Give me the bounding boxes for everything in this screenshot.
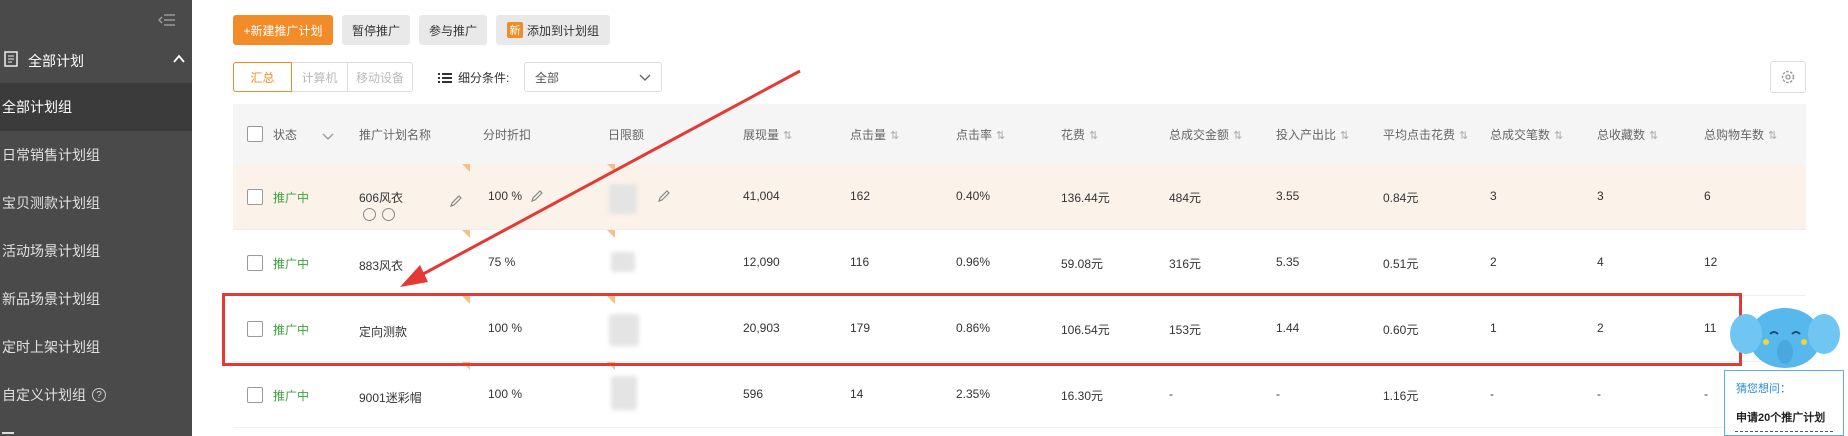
suggestion-question: 猜您想问： (1736, 383, 1791, 395)
divider (1735, 431, 1833, 432)
suggestion-panel: 猜您想问： 申请20个推广计划 (1724, 370, 1844, 436)
suggestion-link[interactable]: 申请20个推广计划 (1736, 409, 1825, 425)
mascot-elephant-icon[interactable] (1730, 300, 1840, 370)
annotation-arrow (400, 69, 801, 287)
